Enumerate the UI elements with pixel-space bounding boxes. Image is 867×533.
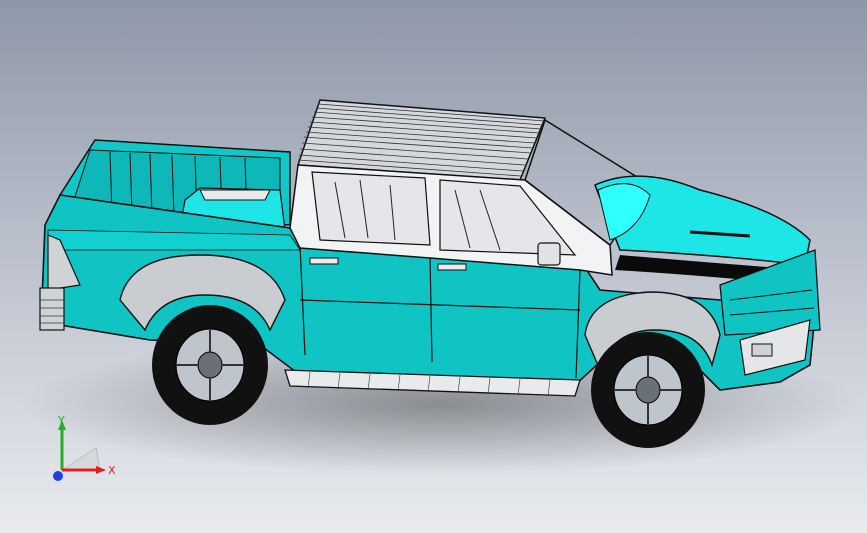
triad-plane (61, 447, 101, 471)
z-axis-dot-icon (53, 471, 63, 481)
side-mirror (537, 242, 561, 266)
front-wheel (591, 332, 705, 448)
y-axis-label: Y (57, 414, 65, 427)
front-door-handle (437, 263, 467, 271)
rear-door-handle (309, 257, 339, 265)
cad-viewport[interactable]: Y X (0, 0, 867, 533)
rear-wheel (152, 305, 268, 425)
x-axis-arrow-icon (96, 466, 106, 474)
x-axis-label: X (108, 464, 116, 477)
axis-triad[interactable]: Y X (44, 410, 124, 490)
pickup-truck-model[interactable] (0, 0, 867, 533)
